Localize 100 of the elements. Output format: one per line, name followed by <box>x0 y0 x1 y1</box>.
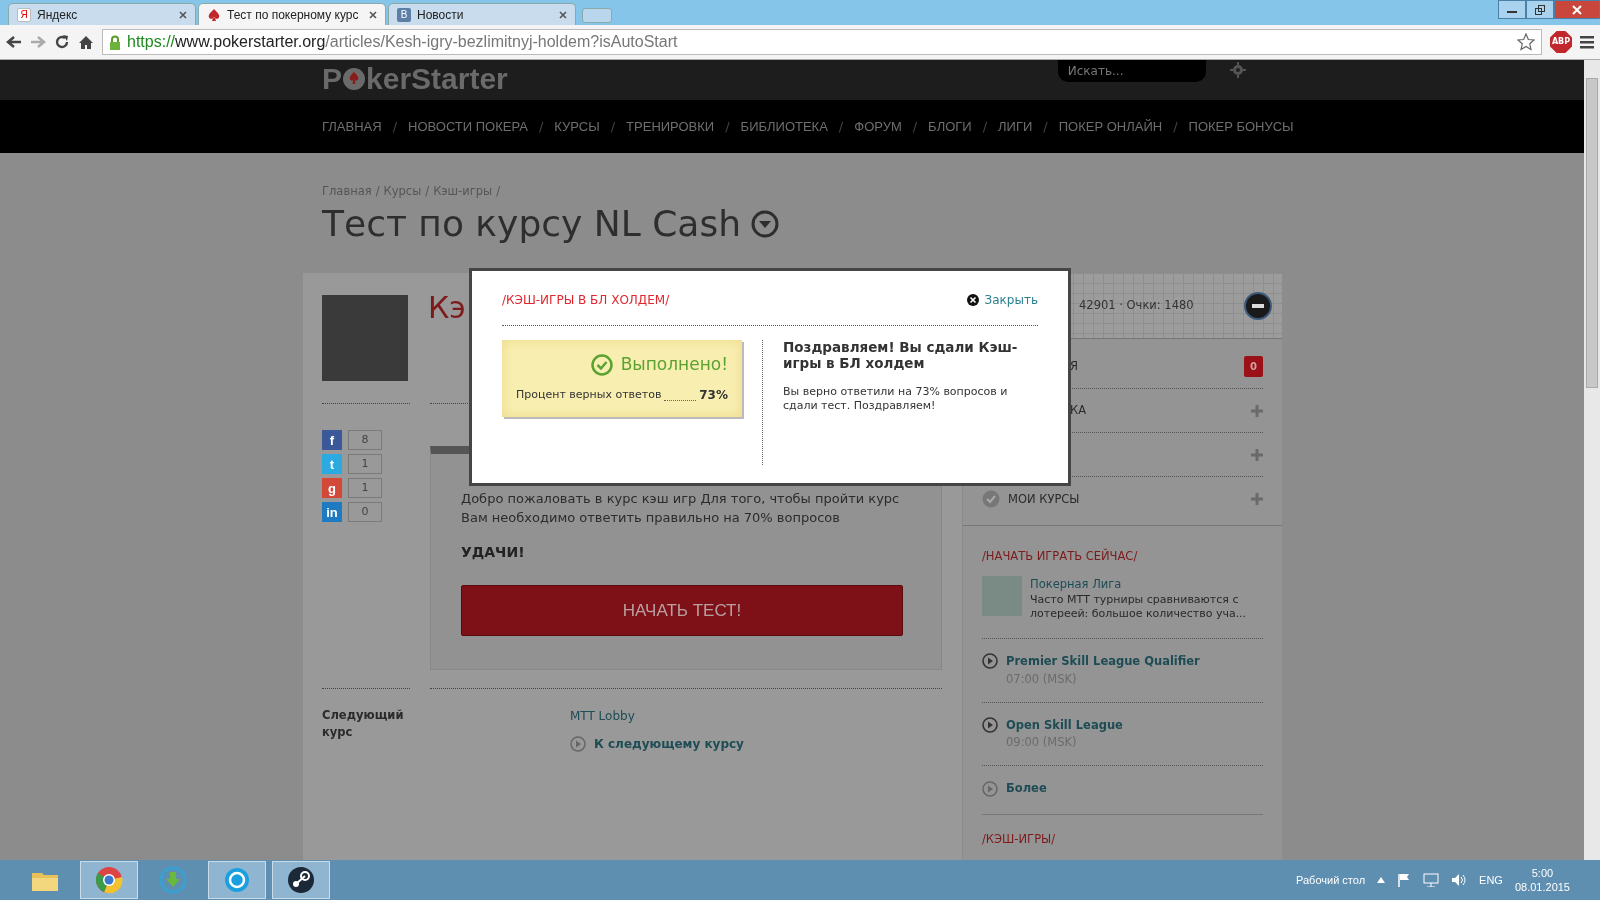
chat-icon <box>222 865 252 895</box>
download-icon <box>158 865 188 895</box>
nav-link[interactable]: НОВОСТИ ПОКЕРА <box>408 116 528 137</box>
plus-icon[interactable] <box>1251 448 1263 461</box>
close-icon[interactable] <box>559 10 567 19</box>
more-link[interactable]: Более <box>1006 780 1047 798</box>
message-text: Вы верно ответили на 73% вопросов и сдали тест. Поздравляем! <box>783 385 1009 414</box>
tab-title: Новости <box>417 6 465 24</box>
event-link[interactable]: Open Skill League <box>1006 716 1123 735</box>
promo-text: Часто МТТ турниры сравниваются с лотереей: большое количество уча... <box>1030 592 1248 621</box>
social-share-button[interactable]: g <box>322 478 342 499</box>
nav-link[interactable]: ПОКЕР БОНУСЫ <box>1188 116 1294 137</box>
flag-icon[interactable] <box>1397 873 1412 887</box>
nav-link[interactable]: ГЛАВНАЯ <box>322 116 382 137</box>
nav-separator: / <box>912 117 918 136</box>
address-field[interactable]: https://www.pokerstarter.org/articles/Kesh-igry-bezlimitnyj-holdem?isAutoStart <box>102 29 1542 55</box>
taskbar-button[interactable] <box>272 861 330 899</box>
share-count: 1 <box>348 478 382 499</box>
plus-icon[interactable] <box>1251 493 1263 506</box>
restore-button[interactable] <box>1526 0 1554 19</box>
sidebar-item-label[interactable]: КА <box>1070 402 1087 420</box>
back-icon[interactable] <box>6 35 22 49</box>
lock-icon <box>109 34 121 50</box>
next-course-link[interactable]: MTT Lobby <box>570 707 744 726</box>
start-test-button[interactable]: НАЧАТЬ ТЕСТ! <box>461 585 903 637</box>
logo-text: P <box>322 62 342 95</box>
intro-text: Добро пожаловать в курс кэш игр Для того, чтобы пройти курс Вам необходимо ответить правильно на 70% вопросов <box>461 490 901 528</box>
round-logo-icon <box>286 865 316 895</box>
page-title: Тест по курсу NL Cash <box>322 202 741 246</box>
spade-chip-icon <box>342 66 366 91</box>
volume-icon[interactable] <box>1451 873 1468 887</box>
browser-tab[interactable]: В Новости <box>388 3 576 25</box>
collapse-button[interactable] <box>1244 291 1272 320</box>
nav-link[interactable]: КУРСЫ <box>554 116 600 137</box>
sidebar-item-label[interactable]: Я <box>1070 358 1078 376</box>
nav-separator: / <box>725 117 730 136</box>
next-course-button[interactable]: К следующему курсу <box>594 735 744 754</box>
event-link[interactable]: Premier Skill League Qualifier <box>1006 653 1200 671</box>
search-field[interactable]: Искать... <box>1057 60 1206 82</box>
nav-separator: / <box>1173 117 1178 136</box>
share-count: 8 <box>348 430 382 451</box>
close-icon <box>966 294 979 306</box>
nav-link[interactable]: ФОРУМ <box>854 116 902 137</box>
nav-link[interactable]: БЛОГИ <box>928 116 972 137</box>
social-share-button[interactable]: in <box>322 502 342 523</box>
restore-icon <box>1535 4 1545 15</box>
close-button[interactable]: Закрыть <box>966 291 1038 309</box>
nav-separator: / <box>538 117 544 136</box>
minimize-button[interactable] <box>1498 0 1526 19</box>
dropdown-icon[interactable] <box>751 209 779 238</box>
next-course-label: Следующий курс <box>322 707 405 741</box>
share-count: 0 <box>348 502 382 523</box>
tab-title: Тест по покерному курс <box>227 6 360 24</box>
close-icon[interactable] <box>179 10 187 19</box>
reload-icon[interactable] <box>54 34 70 50</box>
section-heading: /КЭШ-ИГРЫ/ <box>982 830 1057 848</box>
extension-button[interactable]: ABP <box>1550 31 1572 53</box>
stats-text: 42901 · Очки: 1480 <box>1079 297 1194 315</box>
nav-link[interactable]: ПОКЕР ОНЛАЙН <box>1058 116 1163 137</box>
nav-link[interactable]: ТРЕНИРОВКИ <box>626 116 715 137</box>
dialog-heading: /КЭШ-ИГРЫ В БЛ ХОЛДЕМ/ <box>502 292 670 309</box>
nav-separator: / <box>610 117 616 136</box>
result-value: 73% <box>699 386 728 404</box>
breadcrumb-separator: / <box>496 183 501 200</box>
nav-separator: / <box>982 117 988 136</box>
language-indicator[interactable]: ENG <box>1479 871 1503 889</box>
wish-text: УДАЧИ! <box>461 543 526 563</box>
browser-tab[interactable]: Я Яндекс <box>8 3 196 25</box>
home-icon[interactable] <box>78 34 94 50</box>
nav-separator: / <box>392 117 398 136</box>
browser-tab[interactable]: Тест по покерному курс <box>198 3 386 25</box>
menu-icon[interactable] <box>1580 35 1594 49</box>
count-badge: 0 <box>1244 356 1263 378</box>
nav-separator: / <box>838 117 844 136</box>
chevron-up-icon[interactable] <box>1377 877 1386 883</box>
nav-separator: / <box>1043 117 1048 136</box>
star-icon[interactable] <box>1517 33 1535 51</box>
close-icon[interactable] <box>369 10 377 19</box>
sidebar-item-label[interactable]: МОИ КУРСЫ <box>1008 490 1080 509</box>
network-icon[interactable] <box>1423 873 1440 887</box>
social-share-button[interactable]: f <box>322 430 342 451</box>
breadcrumb-separator: / <box>425 183 430 200</box>
minus-icon <box>1252 303 1264 308</box>
clock-date[interactable]: 08.01.2015 <box>1514 880 1570 895</box>
spade-icon <box>207 7 221 22</box>
play-icon <box>982 653 998 670</box>
section-heading: /НАЧАТЬ ИГРАТЬ СЕЙЧАС/ <box>982 548 1139 566</box>
promo-title[interactable]: Покерная Лига <box>1030 575 1263 593</box>
result-label: Процент верных ответов <box>516 387 662 403</box>
nav-link[interactable]: ЛИГИ <box>998 116 1033 137</box>
url-text: https://www.pokerstarter.org/articles/Kesh-igry-bezlimitnyj-holdem?isAutoStart <box>127 32 678 52</box>
social-share-button[interactable]: t <box>322 454 342 475</box>
clock-time[interactable]: 5:00 <box>1514 865 1570 880</box>
close-button[interactable] <box>1554 0 1600 19</box>
breadcrumb-separator: / <box>375 183 380 200</box>
scrollbar[interactable] <box>1584 60 1600 860</box>
forward-icon[interactable] <box>30 35 46 49</box>
desktop-toolbar-label[interactable]: Рабочий стол <box>1296 871 1366 889</box>
plus-icon[interactable] <box>1251 404 1263 417</box>
nav-link[interactable]: БИБЛИОТЕКА <box>740 116 828 137</box>
